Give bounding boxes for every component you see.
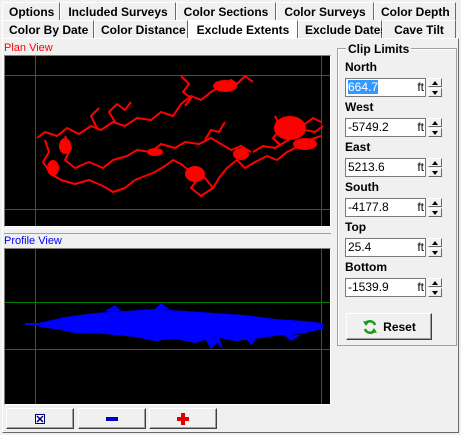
top-input[interactable]: 25.4 ft <box>345 238 426 257</box>
north-spinner[interactable] <box>428 78 442 97</box>
arrow-up-icon <box>432 281 438 285</box>
north-up-button[interactable] <box>428 78 442 87</box>
bottom-input[interactable]: -1539.9 ft <box>345 278 426 297</box>
arrow-down-icon <box>432 171 438 175</box>
arrow-up-icon <box>432 201 438 205</box>
reset-label: Reset <box>383 319 416 334</box>
top-value: 25.4 <box>348 240 372 254</box>
top-label: Top <box>345 220 367 234</box>
top-up-button[interactable] <box>428 238 442 247</box>
top-down-button[interactable] <box>428 248 442 257</box>
east-label: East <box>345 140 371 154</box>
bottom-unit: ft <box>417 280 424 294</box>
north-label: North <box>345 60 377 74</box>
top-spinner[interactable] <box>428 238 442 257</box>
profile-view-label: Profile View <box>4 235 62 247</box>
plan-cave-dense-areas <box>47 80 317 182</box>
east-up-button[interactable] <box>428 158 442 167</box>
bottom-label: Bottom <box>345 260 387 274</box>
tab-color-surveys[interactable]: Color Surveys <box>276 2 374 21</box>
arrow-down-icon <box>432 131 438 135</box>
tab-included-surveys[interactable]: Included Surveys <box>60 2 176 21</box>
plan-grid <box>5 56 330 226</box>
plan-view-label: Plan View <box>4 42 53 54</box>
east-input[interactable]: 5213.6 ft <box>345 158 426 177</box>
zoom-extents-icon <box>35 413 45 424</box>
arrow-down-icon <box>432 91 438 95</box>
tab-color-by-date[interactable]: Color By Date <box>2 20 94 39</box>
zoom-out-button[interactable] <box>78 408 146 429</box>
west-unit: ft <box>417 120 424 134</box>
arrow-down-icon <box>432 251 438 255</box>
arrow-down-icon <box>432 291 438 295</box>
north-unit: ft <box>417 80 424 94</box>
west-up-button[interactable] <box>428 118 442 127</box>
bottom-spinner[interactable] <box>428 278 442 297</box>
west-value: -5749.2 <box>348 120 389 134</box>
south-down-button[interactable] <box>428 208 442 217</box>
tab-color-depth[interactable]: Color Depth <box>374 2 456 21</box>
south-spinner[interactable] <box>428 198 442 217</box>
tab-color-distance[interactable]: Color Distance <box>94 20 188 39</box>
zoom-extents-button[interactable] <box>6 408 74 429</box>
north-down-button[interactable] <box>428 88 442 97</box>
bottom-up-button[interactable] <box>428 278 442 287</box>
tab-exclude-extents[interactable]: Exclude Extents <box>188 20 298 39</box>
east-value: 5213.6 <box>348 160 385 174</box>
arrow-up-icon <box>432 81 438 85</box>
tab-color-sections[interactable]: Color Sections <box>176 2 276 21</box>
north-input[interactable]: 664.7 ft <box>345 78 426 97</box>
zoom-in-button[interactable] <box>149 408 217 429</box>
top-unit: ft <box>417 240 424 254</box>
east-unit: ft <box>417 160 424 174</box>
east-down-button[interactable] <box>428 168 442 177</box>
west-label: West <box>345 100 374 114</box>
tab-options[interactable]: Options <box>2 2 60 21</box>
south-label: South <box>345 180 379 194</box>
west-down-button[interactable] <box>428 128 442 137</box>
tab-cave-tilt[interactable]: Cave Tilt <box>382 20 456 39</box>
north-value: 664.7 <box>348 80 379 94</box>
profile-view-canvas[interactable] <box>4 248 331 405</box>
arrow-up-icon <box>432 161 438 165</box>
arrow-down-icon <box>432 211 438 215</box>
profile-cave-survey <box>25 303 323 349</box>
arrow-up-icon <box>432 241 438 245</box>
south-value: -4177.8 <box>348 200 389 214</box>
tab-row-2: Color By Date Color Distance Exclude Ext… <box>2 20 456 39</box>
south-up-button[interactable] <box>428 198 442 207</box>
view-splitter[interactable] <box>4 228 331 234</box>
south-input[interactable]: -4177.8 ft <box>345 198 426 217</box>
bottom-down-button[interactable] <box>428 288 442 297</box>
west-spinner[interactable] <box>428 118 442 137</box>
minus-icon <box>106 416 118 421</box>
refresh-icon <box>363 319 378 334</box>
plan-view-canvas[interactable] <box>4 55 331 227</box>
bottom-value: -1539.9 <box>348 280 389 294</box>
plus-icon <box>177 412 189 425</box>
south-unit: ft <box>417 200 424 214</box>
west-input[interactable]: -5749.2 ft <box>345 118 426 137</box>
tab-exclude-dates[interactable]: Exclude Dates <box>298 20 387 39</box>
arrow-up-icon <box>432 121 438 125</box>
reset-button[interactable]: Reset <box>346 313 432 340</box>
tab-row-1: Options Included Surveys Color Sections … <box>2 2 456 21</box>
east-spinner[interactable] <box>428 158 442 177</box>
clip-limits-title: Clip Limits <box>346 42 412 56</box>
